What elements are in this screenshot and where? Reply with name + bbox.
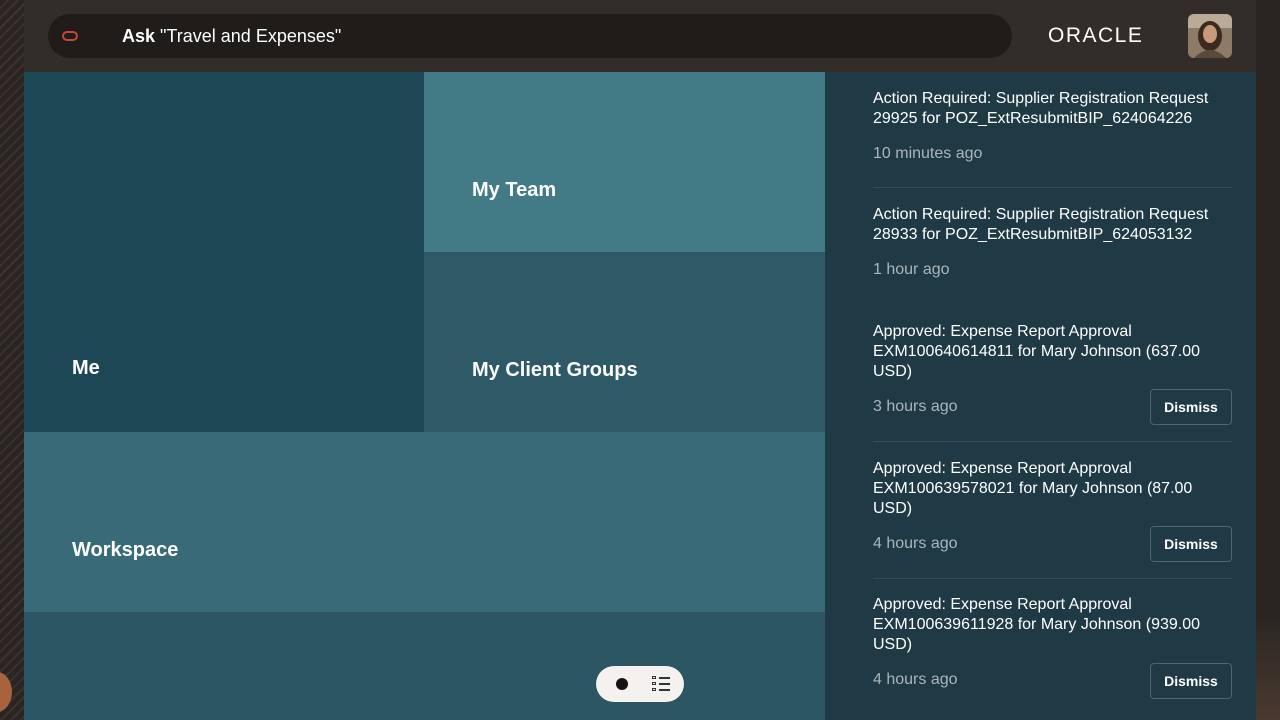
search-prompt: Ask "Travel and Expenses" xyxy=(122,26,341,47)
avatar[interactable] xyxy=(1188,14,1232,58)
tile-me-label: Me xyxy=(72,357,100,379)
notification-item[interactable]: Approved: Expense Report Approval EXM100… xyxy=(873,459,1232,562)
top-bar: Ask "Travel and Expenses" ORACLE xyxy=(24,0,1256,72)
notification-time: 10 minutes ago xyxy=(873,145,983,162)
list-view-icon[interactable] xyxy=(652,676,670,692)
notification-title: Action Required: Supplier Registration R… xyxy=(873,206,1209,243)
dismiss-button[interactable]: Dismiss xyxy=(1150,389,1232,425)
notification-title: Approved: Expense Report Approval EXM100… xyxy=(873,323,1201,380)
background-texture-right xyxy=(1256,0,1280,720)
search-ask-label: Ask xyxy=(122,25,156,46)
divider xyxy=(873,441,1232,442)
oracle-logo: ORACLE xyxy=(1048,24,1144,47)
tile-workspace[interactable]: Workspace xyxy=(24,432,825,612)
tile-my-client-groups-label: My Client Groups xyxy=(472,359,638,381)
user-photo-icon xyxy=(1188,14,1232,58)
tile-my-team-label: My Team xyxy=(472,179,557,201)
notifications-panel: Action Required: Supplier Registration R… xyxy=(825,72,1256,720)
dismiss-button[interactable]: Dismiss xyxy=(1150,526,1232,562)
notification-time: 4 hours ago xyxy=(873,535,958,552)
notification-item[interactable]: Action Required: Supplier Registration R… xyxy=(873,205,1232,278)
notification-time: 3 hours ago xyxy=(873,398,958,415)
tile-view-dot-icon[interactable] xyxy=(616,678,628,690)
notification-time: 1 hour ago xyxy=(873,261,950,278)
background-texture xyxy=(0,0,24,720)
notification-item[interactable]: Approved: Expense Report Approval EXM100… xyxy=(873,322,1232,425)
tile-my-client-groups[interactable]: My Client Groups xyxy=(424,252,825,432)
divider xyxy=(873,578,1232,579)
view-toggle[interactable] xyxy=(596,666,684,702)
notification-item[interactable]: Approved: Expense Report Approval EXM100… xyxy=(873,595,1232,699)
dismiss-button[interactable]: Dismiss xyxy=(1150,663,1232,699)
notification-title: Approved: Expense Report Approval EXM100… xyxy=(873,460,1193,517)
search-query: "Travel and Expenses" xyxy=(160,25,342,46)
tile-workspace-label: Workspace xyxy=(72,539,179,561)
tile-me[interactable]: Me xyxy=(24,72,424,432)
divider xyxy=(873,187,1232,188)
notification-title: Action Required: Supplier Registration R… xyxy=(873,90,1209,127)
oracle-o-icon xyxy=(62,31,78,41)
notification-item[interactable]: Action Required: Supplier Registration R… xyxy=(873,89,1232,162)
notification-title: Approved: Expense Report Approval EXM100… xyxy=(873,596,1201,653)
ask-search-bar[interactable]: Ask "Travel and Expenses" xyxy=(48,14,1012,58)
tile-my-team[interactable]: My Team xyxy=(424,72,825,252)
notification-time: 4 hours ago xyxy=(873,671,958,688)
tile-more[interactable] xyxy=(24,612,825,720)
